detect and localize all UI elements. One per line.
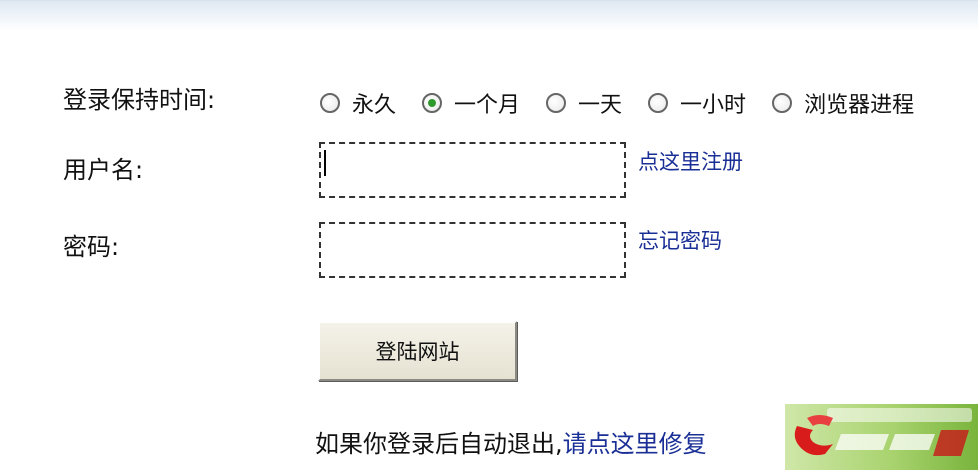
username-input[interactable] (319, 142, 626, 198)
radio-option-one-hour[interactable]: 一小时 (648, 87, 746, 119)
radio-label: 一个月 (454, 93, 521, 118)
register-link[interactable]: 点这里注册 (638, 149, 743, 175)
keep-duration-options: 永久 一个月 一天 一小时 浏览器进程 (320, 86, 914, 120)
radio-button[interactable] (648, 93, 669, 113)
radio-button[interactable] (546, 93, 567, 113)
username-label: 用户名: (63, 156, 144, 184)
radio-option-one-month[interactable]: 一个月 (422, 87, 520, 119)
radio-label: 一天 (578, 93, 623, 118)
login-page: 登录保持时间: 永久 一个月 一天 一小时 浏览器进程 用户名: 点这里注册 密… (0, 0, 978, 470)
radio-label: 浏览器进程 (804, 93, 915, 118)
password-label: 密码: (63, 233, 120, 261)
password-input[interactable] (319, 222, 626, 278)
sonpack-logo-watermark (785, 404, 978, 470)
auto-logout-text: 如果你登录后自动退出, (315, 430, 563, 458)
radio-option-one-day[interactable]: 一天 (546, 87, 622, 119)
radio-option-forever[interactable]: 永久 (320, 87, 396, 119)
radio-label: 永久 (352, 93, 397, 118)
repair-link[interactable]: 请点这里修复 (563, 430, 707, 458)
forgot-password-link[interactable]: 忘记密码 (638, 228, 722, 254)
radio-button[interactable] (320, 93, 340, 113)
radio-option-browser-session[interactable]: 浏览器进程 (772, 87, 914, 119)
sonpack-logo-icon (794, 408, 972, 456)
top-gradient-bar (0, 0, 978, 31)
login-submit-button[interactable]: 登陆网站 (318, 321, 517, 381)
text-caret (324, 150, 326, 176)
radio-button[interactable] (772, 93, 793, 113)
radio-label: 一小时 (680, 93, 747, 118)
auto-logout-notice: 如果你登录后自动退出,请点这里修复 (315, 428, 707, 460)
keep-duration-label: 登录保持时间: (63, 86, 216, 114)
radio-button[interactable] (422, 93, 443, 113)
